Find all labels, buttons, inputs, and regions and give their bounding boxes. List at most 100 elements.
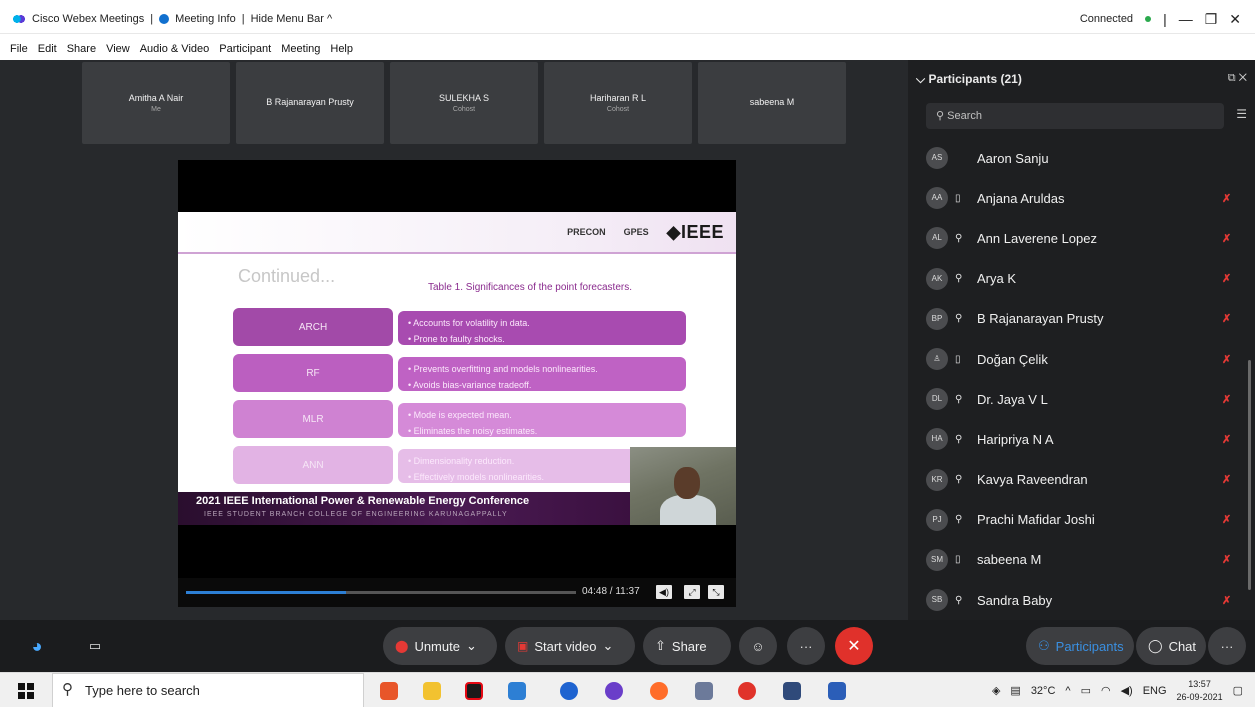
sort-icon[interactable]: ☰ bbox=[1236, 107, 1247, 121]
participant-row[interactable]: SM ▯ sabeena M ✗ bbox=[908, 540, 1248, 580]
more-options-icon[interactable]: ··· bbox=[787, 627, 825, 665]
menu-meeting[interactable]: Meeting bbox=[281, 43, 320, 55]
menu-participant[interactable]: Participant bbox=[219, 43, 271, 55]
avatar: ♙ bbox=[926, 348, 948, 371]
restore-button[interactable]: ❐ bbox=[1205, 12, 1218, 26]
thumbnail-tile[interactable]: sabeena M bbox=[698, 62, 846, 144]
mic-muted-icon[interactable]: ✗ bbox=[1222, 353, 1231, 366]
thumbnail-tile[interactable]: Amitha A Nair Me bbox=[82, 62, 230, 144]
mic-muted-icon[interactable]: ✗ bbox=[1222, 473, 1231, 486]
participant-row[interactable]: SB ⚲ Sandra Baby ✗ bbox=[908, 580, 1248, 620]
language[interactable]: ENG bbox=[1143, 685, 1167, 697]
system-clock[interactable]: 13:57 26-09-2021 bbox=[1177, 678, 1223, 704]
participant-row[interactable]: PJ ⚲ Prachi Mafidar Joshi ✗ bbox=[908, 500, 1248, 540]
meeting-info-button[interactable]: Meeting Info bbox=[175, 13, 236, 25]
menu-help[interactable]: Help bbox=[330, 43, 353, 55]
word-icon[interactable] bbox=[828, 682, 846, 700]
menu-share[interactable]: Share bbox=[67, 43, 96, 55]
clock-time: 13:57 bbox=[1188, 678, 1211, 689]
shared-video[interactable]: PRECON GPES ◆IEEE Continued... Table 1. … bbox=[178, 160, 736, 607]
menu-edit[interactable]: Edit bbox=[38, 43, 57, 55]
video-progress-bar[interactable] bbox=[186, 591, 576, 594]
participant-row[interactable]: DL ⚲ Dr. Jaya V L ✗ bbox=[908, 379, 1248, 419]
participant-row[interactable]: BP ⚲ B Rajanarayan Prusty ✗ bbox=[908, 299, 1248, 339]
weather-icon[interactable]: ▤ bbox=[1010, 684, 1020, 697]
share-button[interactable]: ⇧ Share bbox=[643, 627, 731, 665]
opera-icon[interactable] bbox=[738, 682, 756, 700]
menu-view[interactable]: View bbox=[106, 43, 130, 55]
file-explorer-icon[interactable] bbox=[423, 682, 441, 700]
participant-row[interactable]: AS Aaron Sanju bbox=[908, 138, 1248, 178]
participant-row[interactable]: AK ⚲ Arya K ✗ bbox=[908, 259, 1248, 299]
device-icon: ⚲ bbox=[955, 313, 963, 325]
participant-list-scrollbar[interactable] bbox=[1248, 360, 1251, 590]
network-icon[interactable]: ◈ bbox=[992, 684, 1000, 697]
close-window-button[interactable]: ✕ bbox=[1229, 12, 1241, 26]
participants-button[interactable]: ⚇ Participants bbox=[1026, 627, 1134, 665]
windows-start-icon[interactable] bbox=[18, 683, 34, 699]
leave-meeting-button[interactable]: ✕ bbox=[835, 627, 873, 665]
collapse-chevron-icon[interactable]: ⌵ bbox=[916, 72, 925, 86]
participant-row[interactable]: AA ▯ Anjana Aruldas ✗ bbox=[908, 178, 1248, 218]
telegram-icon[interactable] bbox=[560, 682, 578, 700]
participant-row[interactable]: AL ⚲ Ann Laverene Lopez ✗ bbox=[908, 218, 1248, 258]
vscode-icon[interactable] bbox=[508, 682, 526, 700]
thumbnail-tile[interactable]: Hariharan R L Cohost bbox=[544, 62, 692, 144]
reactions-icon[interactable]: ☺ bbox=[739, 627, 777, 665]
avatar: PJ bbox=[926, 508, 948, 531]
participant-row[interactable]: ♙ ▯ Doğan Çelik ✗ bbox=[908, 339, 1248, 379]
participant-search-input[interactable]: ⚲ Search bbox=[926, 103, 1224, 129]
webex-logo-icon bbox=[12, 13, 26, 25]
avatar: HA bbox=[926, 428, 948, 451]
mic-muted-icon[interactable]: ✗ bbox=[1222, 272, 1231, 285]
participant-row[interactable]: HA ⚲ Haripriya N A ✗ bbox=[908, 419, 1248, 459]
volume-icon[interactable]: ◀) bbox=[656, 585, 672, 599]
chevron-down-icon[interactable]: ⌄ bbox=[603, 638, 614, 654]
netflix-icon[interactable] bbox=[465, 682, 483, 700]
notifications-icon[interactable]: ▢ bbox=[1233, 684, 1243, 697]
participants-icon: ⚇ bbox=[1038, 638, 1050, 653]
tray-expand-icon[interactable]: ^ bbox=[1065, 685, 1070, 697]
fullscreen-icon[interactable]: ⤡ bbox=[708, 585, 724, 599]
menu-file[interactable]: File bbox=[10, 43, 28, 55]
title-separator: | bbox=[241, 13, 245, 25]
mic-muted-icon[interactable]: ✗ bbox=[1222, 594, 1231, 607]
mic-muted-icon[interactable]: ✗ bbox=[1222, 513, 1231, 526]
menu-audio-video[interactable]: Audio & Video bbox=[140, 43, 210, 55]
chevron-down-icon[interactable]: ⌄ bbox=[466, 638, 477, 654]
thumbnail-tile[interactable]: B Rajanarayan Prusty bbox=[236, 62, 384, 144]
mic-muted-icon[interactable]: ✗ bbox=[1222, 393, 1231, 406]
mic-muted-icon[interactable]: ✗ bbox=[1222, 192, 1231, 205]
start-video-button[interactable]: ▣ Start video ⌄ bbox=[505, 627, 635, 665]
mic-muted-icon[interactable]: ✗ bbox=[1222, 553, 1231, 566]
pip-icon[interactable]: ⤢ bbox=[684, 585, 700, 599]
popout-icon[interactable]: ⧉ bbox=[1228, 72, 1236, 84]
minimize-button[interactable]: — bbox=[1179, 12, 1193, 26]
close-panel-icon[interactable]: ✕ bbox=[1239, 72, 1247, 84]
windows-taskbar: Type here to search ⚲ ◈ ▤ 32°C ^ ▭ ◠ ◀) … bbox=[0, 672, 1255, 707]
thumbnail-tile[interactable]: SULEKHA S Cohost bbox=[390, 62, 538, 144]
more-panels-icon[interactable]: ··· bbox=[1208, 627, 1246, 665]
chat-button[interactable]: ◯ Chat bbox=[1136, 627, 1206, 665]
volume-tray-icon[interactable]: ◀) bbox=[1121, 684, 1133, 697]
captions-icon[interactable]: ▭ bbox=[76, 627, 114, 665]
avatar: SM bbox=[926, 548, 948, 571]
photos-icon[interactable] bbox=[695, 682, 713, 700]
description-line: • Accounts for volatility in data. bbox=[408, 318, 530, 328]
participants-header[interactable]: ⌵ Participants (21) bbox=[916, 72, 1022, 87]
app-icon[interactable] bbox=[605, 682, 623, 700]
webex-assistant-icon[interactable]: ◕ bbox=[18, 627, 56, 665]
webex-taskbar-icon[interactable] bbox=[783, 682, 801, 700]
participant-row[interactable]: KR ⚲ Kavya Raveendran ✗ bbox=[908, 460, 1248, 500]
mic-muted-icon[interactable]: ✗ bbox=[1222, 312, 1231, 325]
temperature[interactable]: 32°C bbox=[1031, 685, 1056, 697]
wifi-icon[interactable]: ◠ bbox=[1101, 684, 1111, 697]
hide-menu-bar-button[interactable]: Hide Menu Bar ^ bbox=[251, 13, 333, 25]
mic-muted-icon[interactable]: ✗ bbox=[1222, 232, 1231, 245]
unmute-button[interactable]: ⬤ Unmute ⌄ bbox=[383, 627, 497, 665]
mic-muted-icon[interactable]: ✗ bbox=[1222, 433, 1231, 446]
firefox-icon[interactable] bbox=[650, 682, 668, 700]
taskbar-search-box[interactable]: Type here to search bbox=[52, 673, 364, 707]
battery-icon[interactable]: ▭ bbox=[1081, 684, 1091, 697]
chrome-icon[interactable] bbox=[380, 682, 398, 700]
